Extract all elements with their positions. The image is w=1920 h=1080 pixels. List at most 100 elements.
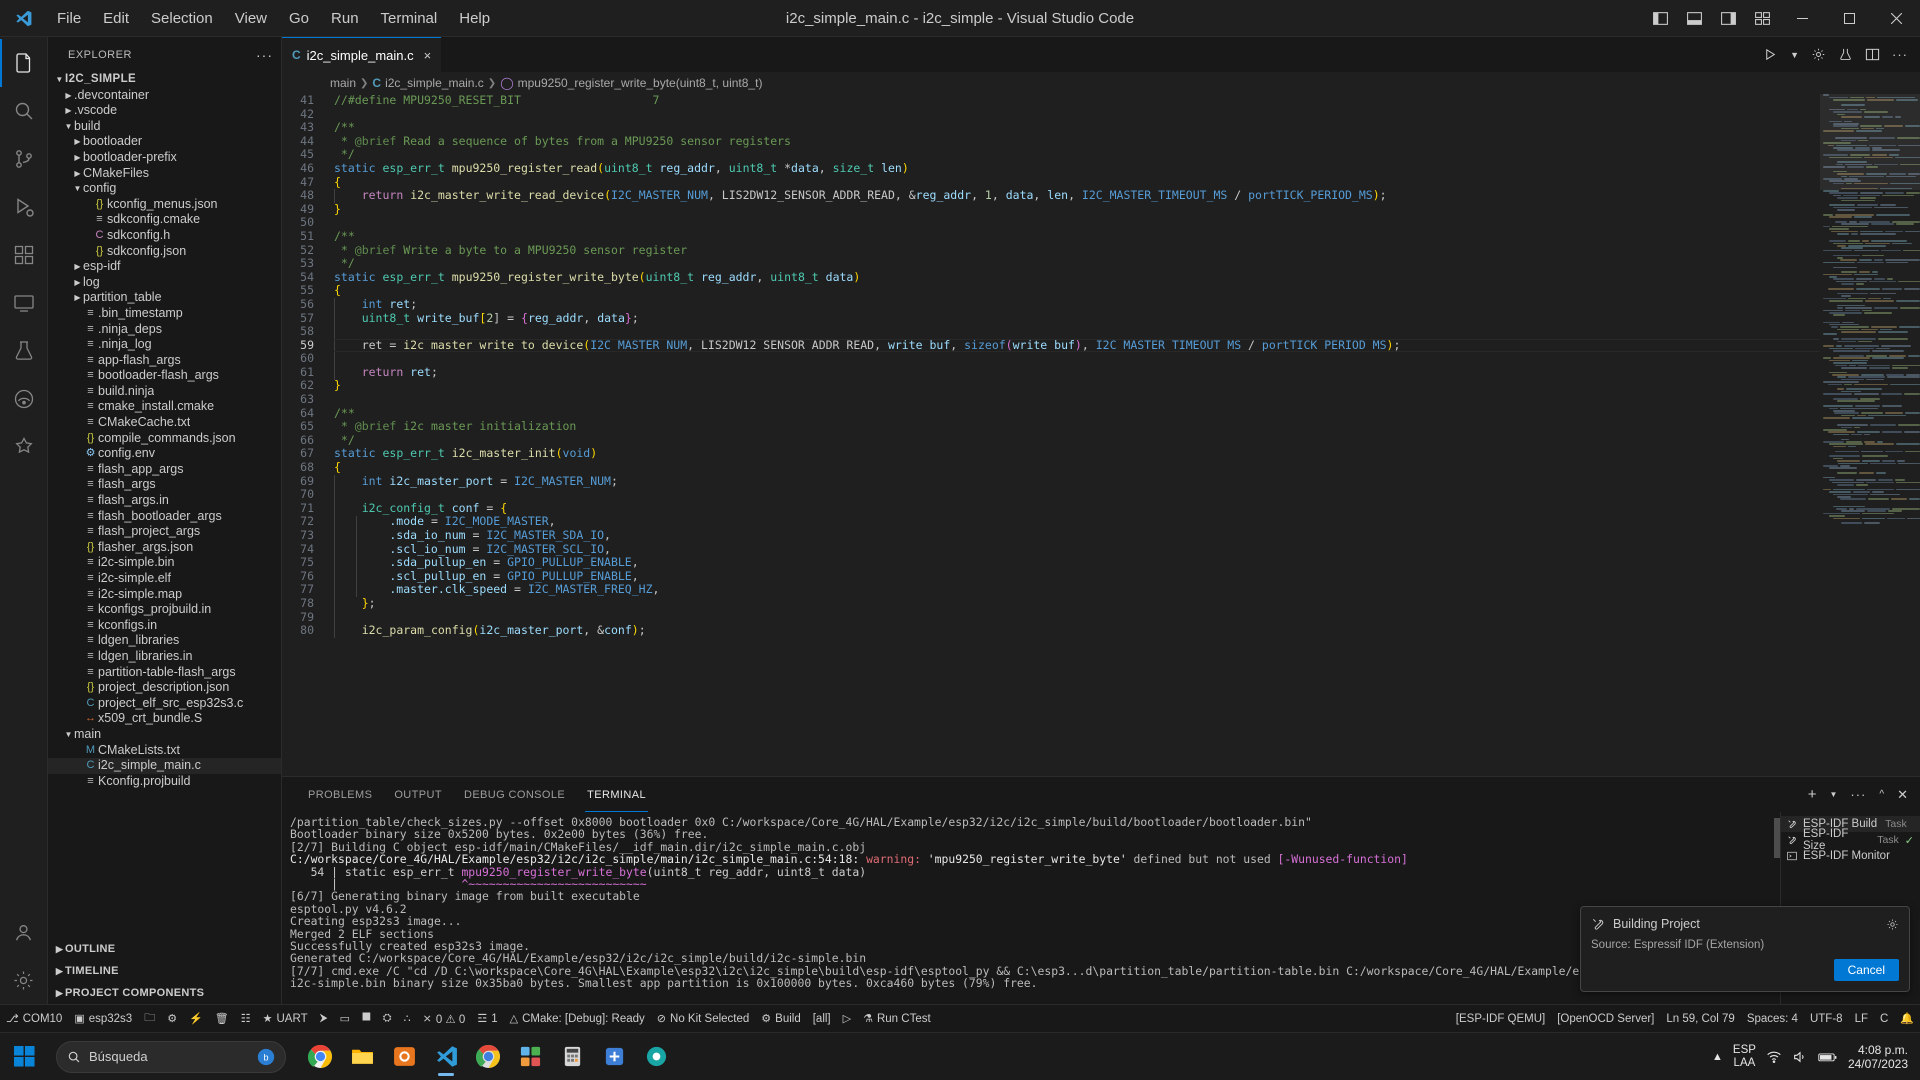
tree-item-cmakecache-txt[interactable]: ≡ CMakeCache.txt xyxy=(48,415,281,431)
activity-accounts[interactable] xyxy=(0,908,48,956)
status-item-uart[interactable]: ★ UART xyxy=(257,1005,314,1032)
status-item-analyze-icon[interactable]: ⛭ xyxy=(377,1005,398,1032)
code-line-61[interactable]: 61 return ret; xyxy=(282,365,1820,380)
battery-icon[interactable] xyxy=(1818,1049,1838,1065)
code-line-58[interactable]: 58 xyxy=(282,324,1820,339)
panel-tab-terminal[interactable]: TERMINAL xyxy=(585,777,648,812)
breadcrumb-file[interactable]: i2c_simple_main.c xyxy=(385,76,484,90)
panel-tab-output[interactable]: OUTPUT xyxy=(394,777,442,812)
code-line-51[interactable]: 51 /** xyxy=(282,229,1820,244)
code-line-50[interactable]: 50 xyxy=(282,216,1820,230)
tab-i2c-simple-main-c[interactable]: C i2c_simple_main.c × xyxy=(282,37,442,72)
close-panel-icon[interactable]: ✕ xyxy=(1897,787,1908,803)
language-indicator[interactable]: ESP LAA xyxy=(1733,1044,1756,1070)
tree-item-ldgen-libraries-in[interactable]: ≡ ldgen_libraries.in xyxy=(48,649,281,665)
editor-actions[interactable]: ▼ ··· xyxy=(1751,37,1920,72)
breadcrumb[interactable]: main ❯ C i2c_simple_main.c ❯ ◯ mpu9250_r… xyxy=(282,72,1920,94)
tree-item-i2c-simple-main-c[interactable]: Ci2c_simple_main.c xyxy=(48,758,281,774)
taskbar-app-calculator[interactable] xyxy=(552,1037,592,1077)
activity-explorer[interactable] xyxy=(0,39,48,87)
code-line-43[interactable]: 43 /** xyxy=(282,120,1820,135)
tree-item-main[interactable]: ▼ main xyxy=(48,727,281,743)
tree-item-flash-args[interactable]: ≡ flash_args xyxy=(48,477,281,493)
status-item-com10[interactable]: ⎇ COM10 xyxy=(0,1005,68,1032)
menu-run[interactable]: Run xyxy=(320,6,370,31)
tree-item-i2c-simple-map[interactable]: ≡ i2c-simple.map xyxy=(48,587,281,603)
tree-item-kconfigs-in[interactable]: ≡ kconfigs.in xyxy=(48,618,281,634)
status-item-1[interactable]: ☲ 1 xyxy=(471,1005,503,1032)
taskbar-app-circle[interactable] xyxy=(636,1037,676,1077)
code-line-65[interactable]: 65 * @brief i2c master initialization xyxy=(282,419,1820,434)
tree-item-flasher-args-json[interactable]: {} flasher_args.json xyxy=(48,540,281,556)
tree-item-esp-idf[interactable]: ▶ esp-idf xyxy=(48,259,281,275)
add-terminal-icon[interactable]: + xyxy=(1808,786,1817,803)
tree-item--bin-timestamp[interactable]: ≡ .bin_timestamp xyxy=(48,306,281,322)
tree-item-sdkconfig-cmake[interactable]: ≡ sdkconfig.cmake xyxy=(48,212,281,228)
tree-item-bootloader-prefix[interactable]: ▶ bootloader-prefix xyxy=(48,150,281,166)
status-item-esp32s3[interactable]: ▣ esp32s3 xyxy=(68,1005,138,1032)
sidebar-section-outline[interactable]: ▶ OUTLINE xyxy=(48,938,281,960)
gear-icon[interactable] xyxy=(1886,918,1899,931)
maximize-panel-icon[interactable]: ^ xyxy=(1879,789,1884,800)
status-item-folder-icon[interactable]: 🗀 xyxy=(138,1005,161,1032)
status-item-trash-icon[interactable]: 🗑 xyxy=(209,1005,235,1032)
taskbar-app-grid[interactable] xyxy=(510,1037,550,1077)
tree-item-flash-app-args[interactable]: ≡ flash_app_args xyxy=(48,462,281,478)
code-line-74[interactable]: 74 .scl_io_num = I2C_MASTER_SCL_IO, xyxy=(282,542,1820,557)
tree-item-partition-table-flash-args[interactable]: ≡ partition-table-flash_args xyxy=(48,665,281,681)
tree-item-partition-table[interactable]: ▶ partition_table xyxy=(48,290,281,306)
panel-actions[interactable]: + ▼ ··· ^ ✕ xyxy=(1808,786,1920,803)
activity-espressif-idf[interactable] xyxy=(0,375,48,423)
code-line-72[interactable]: 72 .mode = I2C_MODE_MASTER, xyxy=(282,515,1820,529)
code-line-59[interactable]: 59 ret = i2c_master_write_to_device(I2C_… xyxy=(282,338,1820,353)
activity-extensions[interactable] xyxy=(0,231,48,279)
volume-icon[interactable] xyxy=(1792,1049,1808,1065)
clock[interactable]: 4:08 p.m. 24/07/2023 xyxy=(1848,1043,1910,1071)
tree-item-ldgen-libraries[interactable]: ≡ ldgen_libraries xyxy=(48,633,281,649)
panel-bottom-icon[interactable] xyxy=(1677,0,1711,36)
code-line-47[interactable]: 47 { xyxy=(282,175,1820,190)
tree-item-i2c-simple-bin[interactable]: ≡ i2c-simple.bin xyxy=(48,555,281,571)
code-line-52[interactable]: 52 * @brief Write a byte to a MPU9250 se… xyxy=(282,243,1820,258)
tree-item-sdkconfig-h[interactable]: Csdkconfig.h xyxy=(48,228,281,244)
code-line-49[interactable]: 49} xyxy=(282,202,1820,217)
code-line-71[interactable]: 71 i2c_config_t conf = { xyxy=(282,501,1820,516)
minimap-viewport[interactable] xyxy=(1820,94,1920,190)
cancel-button[interactable]: Cancel xyxy=(1833,959,1899,981)
status-item--esp-idf-qemu-[interactable]: [ESP-IDF QEMU] xyxy=(1450,1013,1551,1025)
tree-item-config[interactable]: ▼ config xyxy=(48,181,281,197)
close-button[interactable] xyxy=(1873,0,1920,37)
tree-item-i2c-simple[interactable]: ▼ I2C_SIMPLE xyxy=(48,72,281,88)
code-line-66[interactable]: 66 */ xyxy=(282,433,1820,448)
activity-source-control[interactable] xyxy=(0,135,48,183)
taskbar-app-vscode[interactable] xyxy=(426,1037,466,1077)
status-item-lf[interactable]: LF xyxy=(1849,1013,1874,1025)
status-item-ln-59-col-79[interactable]: Ln 59, Col 79 xyxy=(1660,1013,1740,1025)
tree-item-build-ninja[interactable]: ≡ build.ninja xyxy=(48,384,281,400)
code-line-67[interactable]: 67 static esp_err_t i2c_master_init(void) xyxy=(282,447,1820,461)
status-item-cmake-debug-ready[interactable]: △ CMake: [Debug]: Ready xyxy=(504,1005,651,1032)
code-line-63[interactable]: 63 xyxy=(282,392,1820,407)
status-item-database-icon[interactable]: ☷ xyxy=(235,1005,257,1032)
code-line-75[interactable]: 75 .sda_pullup_en = GPIO_PULLUP_ENABLE, xyxy=(282,555,1820,570)
code-line-55[interactable]: 55 { xyxy=(282,284,1820,298)
tree-item-sdkconfig-json[interactable]: {} sdkconfig.json xyxy=(48,244,281,260)
status-item-chart-icon[interactable]: ∴ xyxy=(398,1005,417,1032)
taskbar-app-photos[interactable] xyxy=(384,1037,424,1077)
copilot-icon[interactable]: b xyxy=(257,1048,275,1066)
split-editor-icon[interactable] xyxy=(1865,47,1880,62)
status-bar[interactable]: ⎇ COM10 ▣ esp32s3 🗀 ⚙ ⚡ 🗑 ☷ ★ UART ⮞ ▭ ⯀ ⛭ ∴ ⨯ 0 ⚠ 0 ☲ 1 △ CM… xyxy=(0,1004,1920,1032)
tree-item-cmakefiles[interactable]: ▶ CMakeFiles xyxy=(48,166,281,182)
status-item-monitor-icon[interactable]: ▭ xyxy=(334,1005,356,1032)
file-tree[interactable]: ▼ I2C_SIMPLE ▶ .devcontainer ▶ .vscode ▼ build ▶… xyxy=(48,72,281,938)
status-item-0-0[interactable]: ⨯ 0 ⚠ 0 xyxy=(417,1005,472,1032)
tree-item-bootloader[interactable]: ▶ bootloader xyxy=(48,134,281,150)
status-item-no-kit-selected[interactable]: ⊘ No Kit Selected xyxy=(651,1005,755,1032)
minimap[interactable] xyxy=(1820,94,1920,776)
menu-file[interactable]: File xyxy=(46,6,92,31)
tree-item--ninja-log[interactable]: ≡ .ninja_log xyxy=(48,337,281,353)
notification-toast[interactable]: Building Project Source: Espressif IDF (… xyxy=(1580,906,1910,992)
menu-view[interactable]: View xyxy=(224,6,278,31)
code-line-48[interactable]: 48 return i2c_master_write_read_device(I… xyxy=(282,188,1820,203)
code-line-54[interactable]: 54 static esp_err_t mpu9250_register_writ… xyxy=(282,270,1820,285)
